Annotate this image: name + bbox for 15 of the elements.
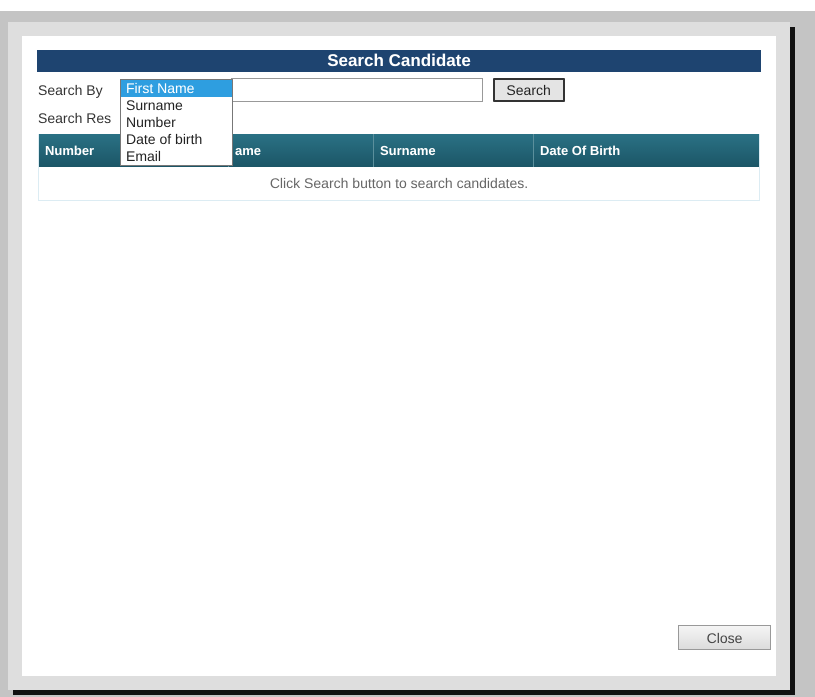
dialog-title: Search Candidate (37, 50, 761, 72)
results-label: Search Res (38, 110, 112, 126)
search-field[interactable] (230, 78, 483, 102)
column-header: ame (235, 143, 262, 158)
dropdown-option[interactable]: Date of birth (121, 131, 232, 148)
column-header: Number (45, 143, 94, 158)
column-header: Surname (380, 143, 436, 158)
column-header: Date Of Birth (540, 143, 620, 158)
dropdown-option[interactable]: Email (121, 148, 232, 165)
search-button[interactable]: Search (492, 78, 565, 102)
dropdown-option[interactable]: Surname (121, 97, 232, 114)
field-label: Search By (38, 82, 103, 98)
empty-message: Click Search button to search candidates. (270, 175, 528, 191)
dropdown-option[interactable]: Number (121, 114, 232, 131)
close-button[interactable]: Close (678, 625, 771, 650)
